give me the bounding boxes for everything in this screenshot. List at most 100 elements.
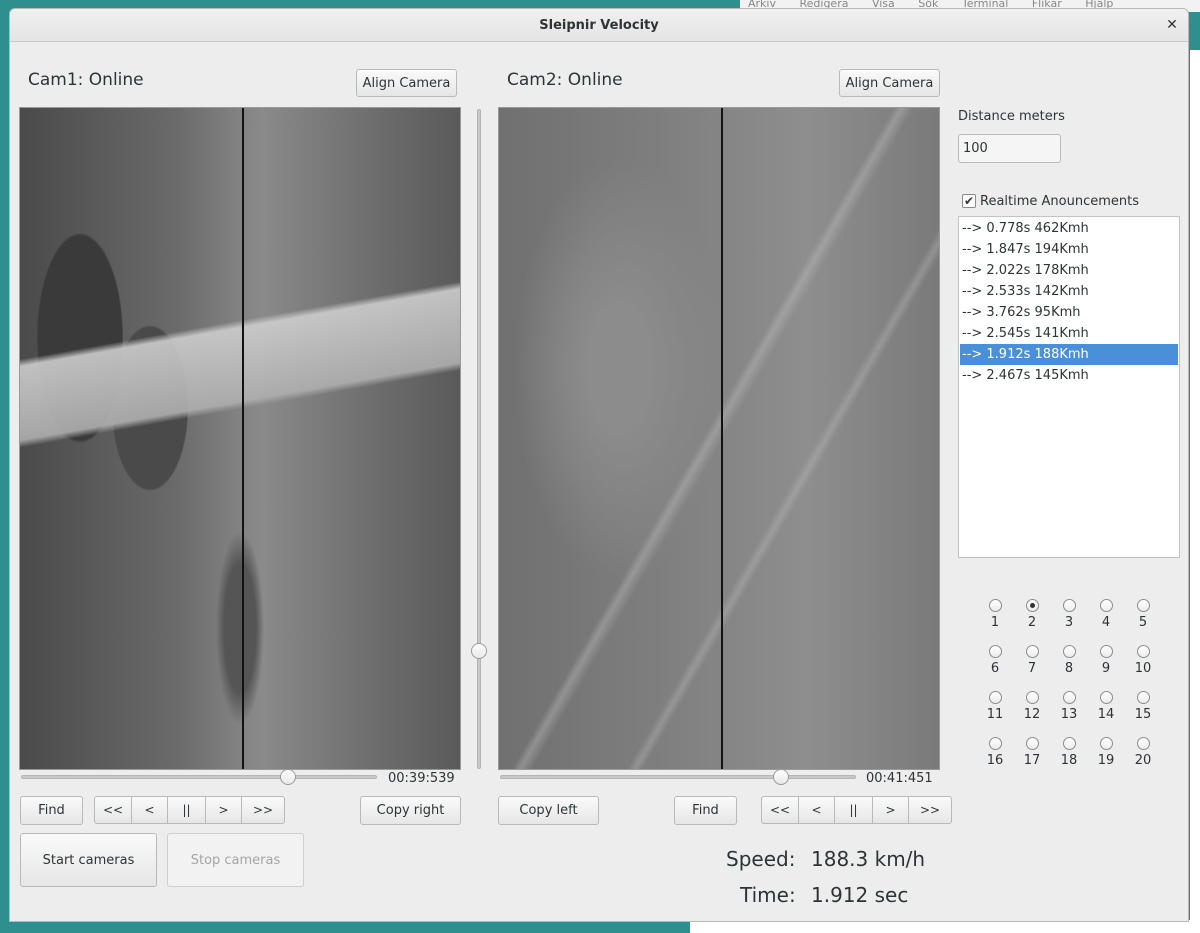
radio-button[interactable]	[1062, 737, 1076, 750]
camera-radio-3[interactable]: 3	[1054, 599, 1084, 639]
radio-button[interactable]	[1062, 645, 1076, 658]
radio-button[interactable]	[1136, 737, 1150, 750]
radio-label: 2	[1027, 615, 1037, 630]
cam1-forward-fast-button[interactable]: >>	[242, 796, 285, 824]
camera-radio-5[interactable]: 5	[1128, 599, 1158, 639]
radio-label: 18	[1060, 753, 1078, 768]
cam2-timeline-knob[interactable]	[773, 769, 790, 785]
radio-button[interactable]	[1062, 599, 1076, 612]
list-item[interactable]: --> 2.545s 141Kmh	[960, 323, 1178, 344]
radio-label: 19	[1097, 753, 1115, 768]
window-title: Sleipnir Velocity	[539, 17, 659, 33]
cam1-time: 00:39:539	[388, 771, 455, 786]
camera-radio-14[interactable]: 14	[1091, 691, 1121, 731]
camera-radio-13[interactable]: 13	[1054, 691, 1084, 731]
radio-button[interactable]	[988, 599, 1002, 612]
radio-label: 12	[1023, 707, 1041, 722]
radio-button[interactable]	[988, 737, 1002, 750]
camera-radio-1[interactable]: 1	[980, 599, 1010, 639]
cam2-find-button[interactable]: Find	[674, 796, 737, 825]
time-value: 1.912 sec	[811, 883, 909, 907]
cam1-timeline-track[interactable]	[21, 775, 377, 779]
distance-label: Distance meters	[958, 109, 1065, 124]
cam2-forward-fast-button[interactable]: >>	[909, 796, 952, 824]
camera-radio-20[interactable]: 20	[1128, 737, 1158, 777]
announcements-list[interactable]: --> 0.778s 462Kmh --> 1.847s 194Kmh --> …	[958, 216, 1180, 558]
camera-radio-12[interactable]: 12	[1017, 691, 1047, 731]
cam2-timeline-track[interactable]	[500, 775, 856, 779]
camera-radio-15[interactable]: 15	[1128, 691, 1158, 731]
realtime-label: Realtime Anouncements	[980, 194, 1140, 209]
start-cameras-button[interactable]: Start cameras	[20, 833, 157, 887]
copy-left-button[interactable]: Copy left	[498, 796, 599, 825]
radio-label: 8	[1064, 661, 1074, 676]
radio-label: 5	[1138, 615, 1148, 630]
cam1-alignment-line[interactable]	[242, 108, 244, 769]
cam1-find-button[interactable]: Find	[20, 796, 83, 825]
list-item[interactable]: --> 1.847s 194Kmh	[960, 239, 1178, 260]
list-item[interactable]: --> 2.022s 178Kmh	[960, 260, 1178, 281]
radio-button[interactable]	[1136, 691, 1150, 704]
realtime-checkbox[interactable]: ✔	[962, 194, 976, 208]
cam1-video-feed[interactable]	[19, 107, 461, 770]
camera-radio-11[interactable]: 11	[980, 691, 1010, 731]
radio-button[interactable]	[1025, 737, 1039, 750]
camera-radio-2[interactable]: 2	[1017, 599, 1047, 639]
distance-input[interactable]: 100	[958, 134, 1061, 163]
camera-radio-10[interactable]: 10	[1128, 645, 1158, 685]
camera-radio-4[interactable]: 4	[1091, 599, 1121, 639]
radio-button[interactable]	[988, 645, 1002, 658]
camera-radio-9[interactable]: 9	[1091, 645, 1121, 685]
cam2-rewind-fast-button[interactable]: <<	[761, 796, 799, 824]
radio-button[interactable]	[1062, 691, 1076, 704]
cam1-rewind-button[interactable]: <	[132, 796, 168, 824]
radio-label: 1	[990, 615, 1000, 630]
vertical-slider-track[interactable]	[477, 109, 481, 769]
radio-button[interactable]	[1099, 691, 1113, 704]
cam2-rewind-button[interactable]: <	[799, 796, 835, 824]
radio-button[interactable]	[1025, 691, 1039, 704]
camera-radio-17[interactable]: 17	[1017, 737, 1047, 777]
cam2-pause-button[interactable]: ||	[835, 796, 873, 824]
copy-right-button[interactable]: Copy right	[360, 796, 461, 825]
cam1-align-button[interactable]: Align Camera	[356, 69, 457, 97]
cam2-status: Cam2: Online	[507, 70, 623, 90]
list-item[interactable]: --> 2.467s 145Kmh	[960, 365, 1178, 386]
camera-radio-7[interactable]: 7	[1017, 645, 1047, 685]
radio-button[interactable]	[1025, 599, 1039, 612]
radio-button[interactable]	[1136, 599, 1150, 612]
radio-button[interactable]	[1025, 645, 1039, 658]
cam1-pause-button[interactable]: ||	[168, 796, 206, 824]
camera-radio-6[interactable]: 6	[980, 645, 1010, 685]
radio-button[interactable]	[1099, 645, 1113, 658]
camera-radio-18[interactable]: 18	[1054, 737, 1084, 777]
list-item[interactable]: --> 2.533s 142Kmh	[960, 281, 1178, 302]
camera-radio-19[interactable]: 19	[1091, 737, 1121, 777]
cam1-timeline-knob[interactable]	[280, 769, 296, 785]
camera-radio-8[interactable]: 8	[1054, 645, 1084, 685]
list-item[interactable]: --> 1.912s 188Kmh	[960, 344, 1178, 365]
radio-button[interactable]	[1099, 737, 1113, 750]
cam2-forward-button[interactable]: >	[873, 796, 909, 824]
radio-label: 3	[1064, 615, 1074, 630]
vertical-slider-knob[interactable]	[471, 643, 487, 659]
radio-button[interactable]	[1136, 645, 1150, 658]
app-window: Sleipnir Velocity ✕ Cam1: Online Align C…	[9, 8, 1189, 922]
radio-button[interactable]	[1099, 599, 1113, 612]
stop-cameras-button[interactable]: Stop cameras	[167, 833, 304, 887]
radio-button[interactable]	[988, 691, 1002, 704]
cam1-forward-button[interactable]: >	[206, 796, 242, 824]
list-item[interactable]: --> 3.762s 95Kmh	[960, 302, 1178, 323]
radio-label: 17	[1023, 753, 1041, 768]
radio-label: 16	[986, 753, 1004, 768]
list-item[interactable]: --> 0.778s 462Kmh	[960, 218, 1178, 239]
cam2-alignment-line[interactable]	[721, 108, 723, 769]
cam2-video-feed[interactable]	[498, 107, 940, 770]
close-icon[interactable]: ✕	[1162, 15, 1182, 35]
cam1-rewind-fast-button[interactable]: <<	[94, 796, 132, 824]
time-label: Time:	[740, 883, 796, 907]
cam2-align-button[interactable]: Align Camera	[839, 69, 940, 97]
camera-radio-16[interactable]: 16	[980, 737, 1010, 777]
speed-label: Speed:	[726, 847, 796, 871]
radio-label: 7	[1027, 661, 1037, 676]
